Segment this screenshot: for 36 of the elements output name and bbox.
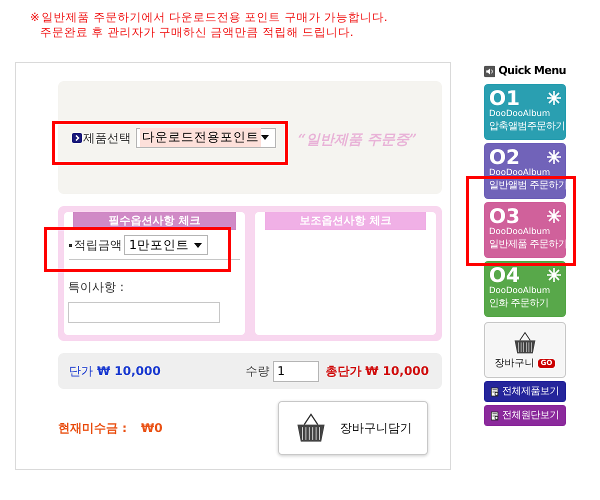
basket-icon — [512, 330, 538, 356]
product-select[interactable]: 다운로드전용포인트 — [136, 128, 276, 148]
status-text: “일반제품 주문중” — [298, 131, 417, 150]
document-icon — [491, 386, 499, 398]
caret-icon — [261, 135, 269, 140]
asterisk-icon — [547, 268, 561, 282]
quick-menu-title: Quick Menu — [498, 62, 566, 79]
arrow-icon — [72, 132, 82, 142]
note-field[interactable] — [68, 302, 220, 323]
quick-link[interactable]: 전체원단보기 — [484, 405, 566, 426]
total-price-label: 총단가 — [325, 363, 362, 380]
notice-text: 일반제품 주문하기에서 다운로드전용 포인트 구매가 가능합니다. — [42, 10, 388, 25]
caret-icon — [194, 242, 202, 248]
note-label: 특이사항 : — [68, 279, 125, 296]
document-icon — [491, 410, 499, 422]
product-label: 제품선택 — [83, 130, 131, 146]
speaker-icon — [484, 64, 496, 78]
cart-label: 장바구니 — [494, 356, 535, 370]
unit-price-value: ₩ 10,000 — [97, 363, 161, 380]
unpaid-label: 현재미수금 : — [58, 420, 127, 437]
notice-text: 주문완료 후 관리자가 구매하신 금액만큼 적립해 드립니다. — [39, 25, 355, 40]
quick-link[interactable]: 전체제품보기 — [484, 381, 566, 402]
amount-label: 적립금액 — [74, 237, 122, 254]
asterisk-icon — [547, 150, 561, 164]
quantity-field[interactable]: 1 — [273, 360, 320, 382]
unpaid-value: ₩0 — [140, 420, 163, 437]
unit-price-label: 단가 — [69, 363, 93, 380]
notice-mark: ※ — [30, 10, 40, 25]
amount-select[interactable]: 1만포인트 — [124, 235, 208, 255]
quantity-label: 수량 — [245, 363, 270, 380]
bullet-icon — [69, 244, 72, 246]
asterisk-icon — [547, 209, 561, 223]
section-header: 보조옵션사항 체크 — [264, 212, 426, 230]
asterisk-icon — [547, 91, 561, 105]
add-to-cart-button[interactable]: 장바구니담기 — [278, 401, 428, 455]
total-price-value: ₩ 10,000 — [365, 363, 429, 380]
